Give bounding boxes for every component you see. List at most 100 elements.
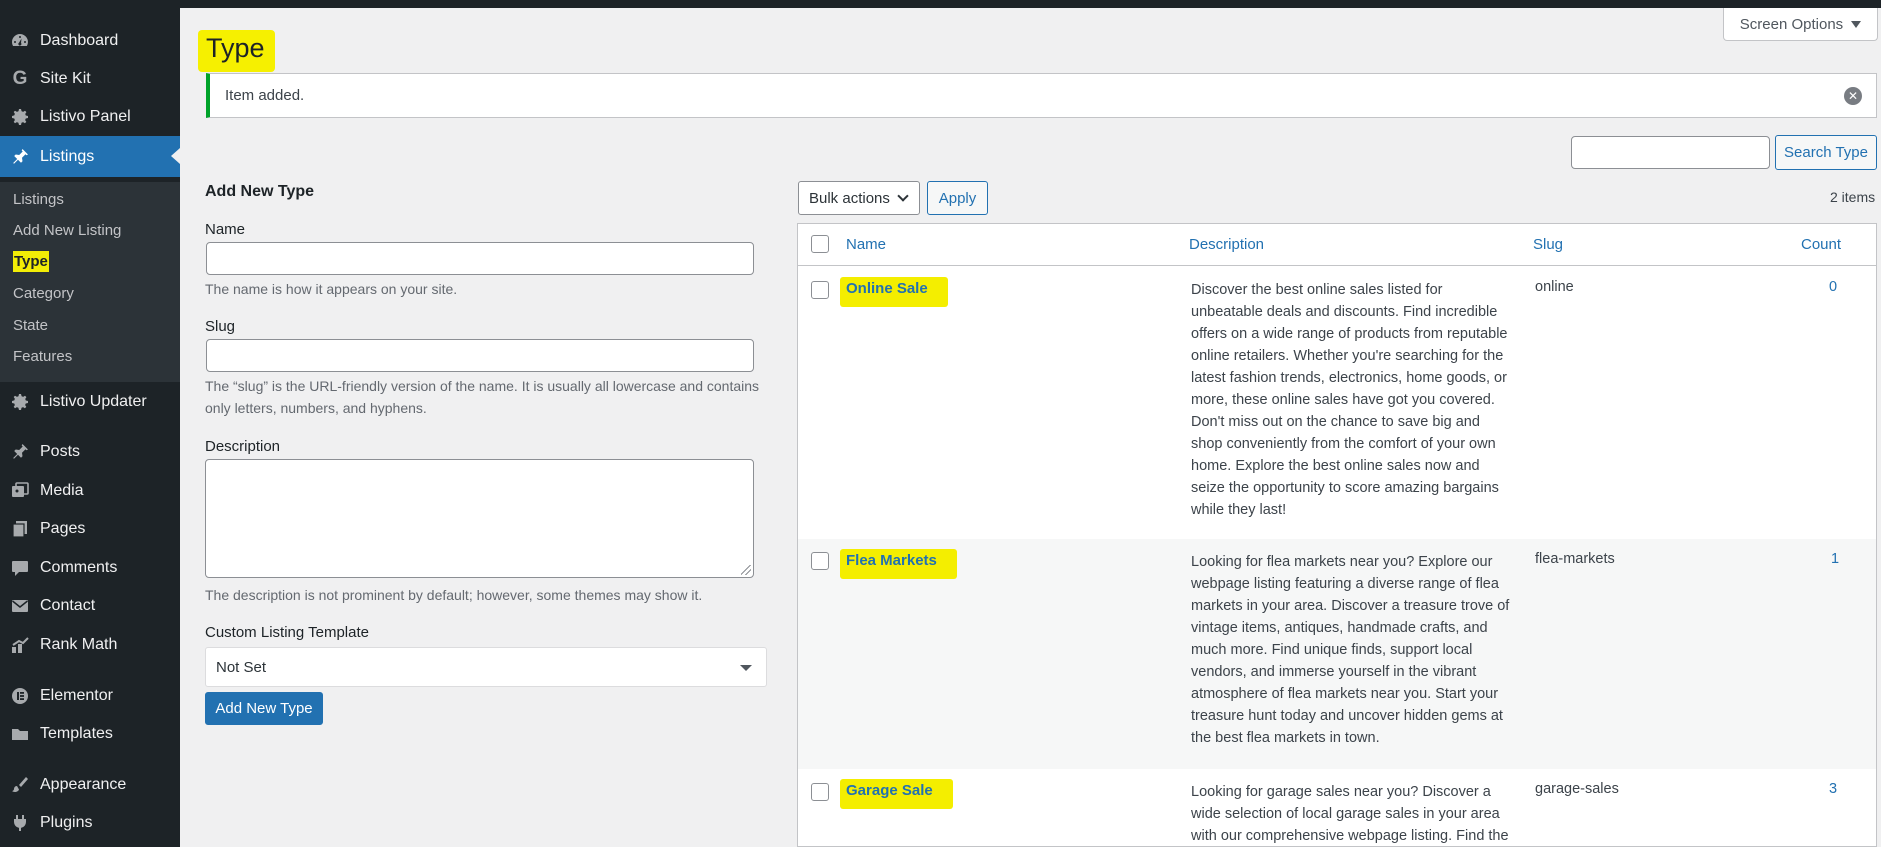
row-checkbox[interactable] xyxy=(811,783,829,801)
row-description: Looking for garage sales near you? Disco… xyxy=(1191,784,1509,844)
row-slug: flea-markets xyxy=(1535,551,1615,567)
row-checkbox[interactable] xyxy=(811,281,829,299)
media-icon xyxy=(10,481,30,501)
slug-input[interactable] xyxy=(206,339,754,372)
submenu-item-category[interactable]: Category xyxy=(13,285,74,302)
column-header-count[interactable]: Count xyxy=(1801,236,1841,253)
pages-icon xyxy=(10,519,30,539)
sidebar-item-elementor[interactable]: Elementor xyxy=(0,676,180,716)
screen-options-button[interactable]: Screen Options xyxy=(1723,8,1878,41)
mail-icon xyxy=(10,596,30,616)
admin-bar xyxy=(0,0,1881,8)
column-header-slug[interactable]: Slug xyxy=(1533,236,1563,253)
sidebar-item-label: Posts xyxy=(40,443,81,460)
sidebar-item-media[interactable]: Media xyxy=(0,471,180,511)
submenu-item-type[interactable]: Type xyxy=(13,251,49,272)
add-new-type-button[interactable]: Add New Type xyxy=(205,692,323,725)
sidebar-item-label: Comments xyxy=(40,559,118,576)
plug-icon xyxy=(10,813,30,833)
column-header-description[interactable]: Description xyxy=(1189,236,1264,253)
row-name-link[interactable]: Online Sale xyxy=(840,277,948,307)
caret-down-icon xyxy=(1851,20,1862,28)
sidebar-item-comments[interactable]: Comments xyxy=(0,548,180,588)
custom-listing-template-label: Custom Listing Template xyxy=(205,624,369,641)
custom-listing-template-select[interactable]: Not Set xyxy=(205,647,767,687)
admin-sidebar: Dashboard G Site Kit Listivo Panel Listi… xyxy=(0,0,180,847)
row-slug: garage-sales xyxy=(1535,781,1619,797)
row-count-link[interactable]: 1 xyxy=(1831,551,1839,567)
add-new-type-heading: Add New Type xyxy=(205,183,315,200)
success-notice: Item added. ✕ xyxy=(206,73,1877,118)
sidebar-item-contact[interactable]: Contact xyxy=(0,586,180,626)
table-row: Online Sale Discover the best online sal… xyxy=(798,267,1876,539)
row-name-link[interactable]: Flea Markets xyxy=(840,549,957,579)
row-slug: online xyxy=(1535,279,1574,295)
sidebar-item-posts[interactable]: Posts xyxy=(0,432,180,472)
sidebar-item-dashboard[interactable]: Dashboard xyxy=(0,21,180,61)
sidebar-item-label: Dashboard xyxy=(40,32,119,49)
row-description: Looking for flea markets near you? Explo… xyxy=(1191,554,1510,746)
column-header-name[interactable]: Name xyxy=(846,236,886,253)
sidebar-item-plugins[interactable]: Plugins xyxy=(0,803,180,843)
elementor-icon xyxy=(10,686,30,706)
sidebar-item-pages[interactable]: Pages xyxy=(0,509,180,549)
gear-icon xyxy=(10,392,30,412)
sidebar-item-label: Templates xyxy=(40,725,113,742)
sidebar-item-rank-math[interactable]: Rank Math xyxy=(0,625,180,665)
search-type-button[interactable]: Search Type xyxy=(1775,135,1877,170)
select-all-checkbox[interactable] xyxy=(811,235,829,253)
sidebar-item-listivo-updater[interactable]: Listivo Updater xyxy=(0,382,180,422)
submenu-item-listings[interactable]: Listings xyxy=(13,191,64,208)
sidebar-item-listivo-panel[interactable]: Listivo Panel xyxy=(0,97,180,137)
comment-icon xyxy=(10,558,30,578)
dismiss-icon[interactable]: ✕ xyxy=(1844,87,1862,105)
listings-submenu: Listings Add New Listing Type Category S… xyxy=(0,182,180,382)
submenu-item-features[interactable]: Features xyxy=(13,348,72,365)
sidebar-item-label: Plugins xyxy=(40,814,93,831)
pin-icon xyxy=(10,147,30,167)
slug-label: Slug xyxy=(205,318,236,335)
sidebar-item-label: Site Kit xyxy=(40,70,91,87)
row-name-link[interactable]: Garage Sale xyxy=(840,779,953,809)
sidebar-item-label: Media xyxy=(40,482,84,499)
submenu-item-add-new-listing[interactable]: Add New Listing xyxy=(13,222,121,239)
sidebar-item-appearance[interactable]: Appearance xyxy=(0,765,180,805)
types-table: Name Description Slug Count Online Sale … xyxy=(797,223,1877,847)
chevron-down-icon xyxy=(897,190,909,202)
gear-icon xyxy=(10,107,30,127)
sidebar-item-templates[interactable]: Templates xyxy=(0,714,180,754)
google-icon: G xyxy=(12,68,28,89)
sidebar-item-label: Appearance xyxy=(40,776,127,793)
select-value: Not Set xyxy=(216,658,267,676)
row-count-link[interactable]: 3 xyxy=(1829,781,1837,797)
sidebar-item-listings[interactable]: Listings xyxy=(0,136,180,177)
table-header: Name Description Slug Count xyxy=(798,224,1876,266)
row-count-link[interactable]: 0 xyxy=(1829,279,1837,295)
row-description: Discover the best online sales listed fo… xyxy=(1191,282,1508,518)
sidebar-item-label: Rank Math xyxy=(40,636,118,653)
description-label: Description xyxy=(205,438,281,455)
items-count: 2 items xyxy=(1830,189,1876,205)
apply-button[interactable]: Apply xyxy=(927,181,988,215)
bulk-actions-select[interactable]: Bulk actions xyxy=(798,181,920,215)
name-help: The name is how it appears on your site. xyxy=(205,281,458,297)
sidebar-item-label: Listivo Panel xyxy=(40,108,131,125)
notice-text: Item added. xyxy=(225,87,305,104)
bulk-actions-label: Bulk actions xyxy=(809,189,890,207)
resize-handle[interactable] xyxy=(741,565,751,575)
sidebar-item-site-kit[interactable]: G Site Kit xyxy=(0,59,180,99)
submenu-item-state[interactable]: State xyxy=(13,317,48,334)
pin-icon xyxy=(10,442,30,462)
sidebar-item-label: Listings xyxy=(40,147,95,165)
caret-down-icon xyxy=(740,665,752,671)
row-checkbox[interactable] xyxy=(811,552,829,570)
screen-options-label: Screen Options xyxy=(1739,15,1844,33)
sidebar-item-label: Elementor xyxy=(40,687,113,704)
description-textarea[interactable] xyxy=(205,459,754,578)
description-help: The description is not prominent by defa… xyxy=(205,587,703,603)
table-row: Garage Sale Looking for garage sales nea… xyxy=(798,769,1876,846)
sidebar-item-label: Listivo Updater xyxy=(40,393,147,410)
name-input[interactable] xyxy=(206,242,754,275)
search-input[interactable] xyxy=(1571,136,1770,169)
folder-icon xyxy=(10,724,30,744)
